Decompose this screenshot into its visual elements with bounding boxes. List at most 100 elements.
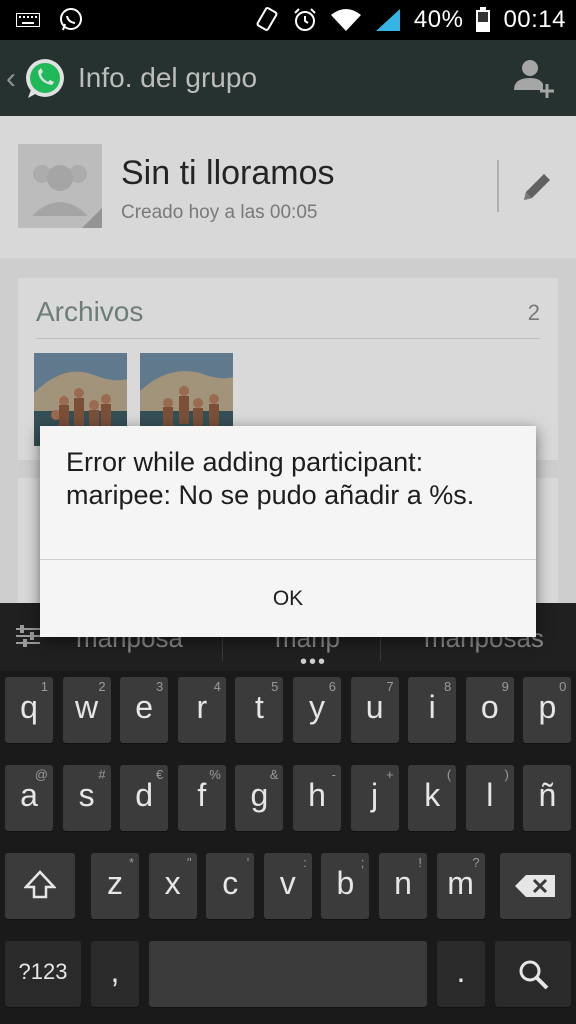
backspace-key[interactable] (500, 853, 571, 919)
key-label: z (107, 865, 123, 901)
key-label: a (20, 777, 38, 813)
key-hint: 7 (386, 679, 394, 694)
key-y[interactable]: y6 (293, 677, 341, 743)
ok-button[interactable]: OK (40, 560, 536, 637)
key-label: s (78, 777, 95, 813)
key-label: e (135, 689, 154, 725)
key-h[interactable]: h- (293, 765, 341, 831)
key-e[interactable]: e3 (120, 677, 169, 743)
key-hint: & (269, 767, 279, 782)
key-p[interactable]: p0 (523, 677, 572, 743)
key-hint: 5 (271, 679, 279, 694)
key-q[interactable]: q1 (5, 677, 53, 743)
key-f[interactable]: f% (177, 765, 226, 831)
key-t[interactable]: t5 (235, 677, 284, 743)
period-key-label: . (456, 953, 466, 989)
key-hint: ( (446, 767, 452, 782)
key-hint: 3 (155, 679, 164, 694)
battery-icon (476, 7, 491, 32)
key-hint: * (128, 855, 134, 870)
key-label: m (447, 865, 474, 901)
key-hint: - (331, 767, 336, 782)
key-label: h (308, 777, 326, 813)
key-label: i (428, 689, 436, 725)
key-hint: ? (472, 855, 480, 870)
backspace-icon (515, 875, 555, 897)
key-hint: : (303, 855, 307, 870)
key-label: u (365, 689, 384, 725)
key-label: f (197, 777, 207, 813)
key-label: q (20, 689, 38, 725)
key-hint: " (186, 855, 192, 870)
key-m[interactable]: m? (436, 853, 485, 919)
key-hint: 4 (213, 679, 221, 694)
rotate-icon (256, 7, 278, 31)
key-s[interactable]: s # (62, 765, 111, 831)
key-g[interactable]: g & (235, 765, 284, 831)
whatsapp-notification-icon (60, 8, 82, 31)
status-bar: 40% 00:14 (0, 0, 576, 40)
key-hint: ! (418, 855, 422, 870)
key-j[interactable]: j + (350, 765, 399, 831)
keyboard-icon (16, 13, 40, 27)
key-o[interactable]: o9 (465, 677, 514, 743)
period-key[interactable]: . (437, 941, 485, 1007)
key-label: y (309, 689, 325, 725)
shift-key[interactable] (5, 853, 75, 919)
key-b[interactable]: b; (321, 853, 370, 919)
key-w[interactable]: w2 (62, 677, 111, 743)
key-label: t (254, 689, 264, 725)
key-ñ[interactable]: ñ (523, 765, 572, 831)
key-hint: 8 (443, 679, 452, 694)
more-suggestions-icon[interactable]: ••• (300, 651, 327, 674)
alarm-icon (294, 8, 316, 31)
symbols-key[interactable]: ?123 (5, 941, 81, 1007)
key-c[interactable]: c ' (206, 853, 255, 919)
key-r[interactable]: r4 (177, 677, 226, 743)
key-label: j (371, 777, 379, 813)
key-n[interactable]: n! (379, 853, 427, 919)
key-l[interactable]: l) (465, 765, 514, 831)
symbols-key-label: ?123 (18, 959, 68, 984)
battery-percent: 40% (413, 6, 464, 33)
error-dialog: Error while adding participant: maripee:… (40, 426, 536, 637)
key-k[interactable]: k( (408, 765, 457, 831)
key-u[interactable]: u7 (350, 677, 399, 743)
soft-keyboard: mariposa marip ••• mariposas ?123 , . q1… (0, 603, 576, 1024)
key-x[interactable]: x " (148, 853, 197, 919)
key-label: v (279, 865, 296, 901)
key-hint: 0 (559, 679, 567, 694)
shift-arrow-icon (24, 870, 56, 899)
search-key[interactable] (495, 941, 571, 1007)
comma-key-label: , (110, 953, 120, 989)
key-hint: € (155, 767, 164, 782)
key-hint: @ (34, 767, 48, 782)
key-label: o (480, 689, 499, 725)
key-i[interactable]: i8 (408, 677, 457, 743)
key-hint: ) (504, 767, 509, 782)
key-hint: 1 (40, 679, 48, 694)
key-label: l (486, 777, 494, 813)
key-hint: + (386, 767, 394, 782)
key-label: x (164, 865, 181, 901)
key-label: b (336, 865, 355, 901)
key-label: g (250, 777, 269, 813)
key-hint: # (98, 767, 106, 782)
key-hint: 6 (328, 679, 336, 694)
settings-sliders-icon[interactable] (14, 623, 42, 649)
key-label: n (394, 865, 412, 901)
key-hint: 2 (98, 679, 106, 694)
key-z[interactable]: z * (91, 853, 139, 919)
spacebar[interactable] (149, 941, 427, 1007)
clock: 00:14 (503, 6, 566, 33)
key-label: c (222, 865, 239, 901)
key-label: d (135, 777, 154, 813)
signal-icon (375, 9, 400, 31)
key-hint: ; (360, 855, 365, 870)
key-label: p (538, 689, 557, 725)
key-d[interactable]: d € (120, 765, 169, 831)
comma-key[interactable]: , (91, 941, 139, 1007)
key-v[interactable]: v: (263, 853, 312, 919)
key-label: ñ (538, 777, 557, 813)
key-a[interactable]: a @ (5, 765, 53, 831)
